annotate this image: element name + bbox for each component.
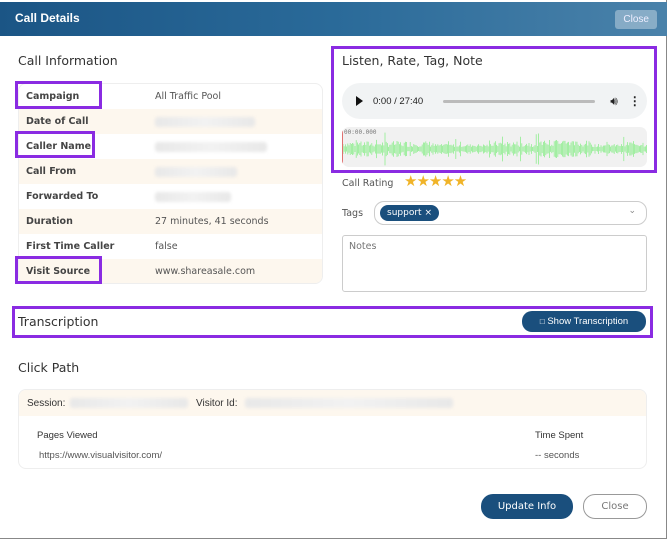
tags-select[interactable]: support × ⌄ bbox=[374, 201, 647, 225]
show-transcription-label: Show Transcription bbox=[547, 316, 629, 327]
visitor-id-redacted bbox=[245, 398, 453, 408]
info-label: First Time Caller bbox=[26, 241, 115, 252]
info-value: All Traffic Pool bbox=[155, 91, 222, 102]
waveform-graphic bbox=[342, 132, 647, 166]
waveform-timestamp: 00:00.000 bbox=[344, 129, 377, 136]
time-spent-value: -- seconds bbox=[535, 450, 580, 461]
info-label: Duration bbox=[26, 216, 73, 227]
modal-title: Call Details bbox=[15, 11, 80, 25]
call-rating-label: Call Rating bbox=[342, 178, 394, 189]
play-icon[interactable] bbox=[356, 96, 363, 106]
highlight-visit-source bbox=[15, 256, 102, 284]
waveform[interactable]: 00:00.000 bbox=[342, 127, 647, 167]
volume-icon[interactable]: 🔊︎ bbox=[610, 94, 618, 109]
redacted-value bbox=[155, 166, 237, 177]
tag-remove-icon[interactable]: × bbox=[424, 208, 432, 218]
visitor-id-label: Visitor Id: bbox=[196, 398, 238, 409]
tags-label: Tags bbox=[342, 208, 364, 219]
session-label: Session: bbox=[27, 398, 66, 409]
update-info-button[interactable]: Update Info bbox=[481, 494, 573, 519]
info-value: 27 minutes, 41 seconds bbox=[155, 216, 269, 227]
page-url[interactable]: https://www.visualvisitor.com/ bbox=[39, 450, 162, 461]
redacted-value bbox=[155, 191, 231, 202]
time-spent-header: Time Spent bbox=[535, 430, 584, 441]
click-path-header: Session: Visitor Id: bbox=[19, 390, 646, 416]
call-information-title: Call Information bbox=[18, 53, 118, 68]
tag-label: support bbox=[387, 208, 422, 218]
chevron-down-icon[interactable]: ⌄ bbox=[628, 206, 636, 216]
listen-title: Listen, Rate, Tag, Note bbox=[342, 53, 483, 68]
info-label: Forwarded To bbox=[26, 191, 99, 202]
info-row-forwarded-to: Forwarded To bbox=[19, 184, 322, 209]
info-value: false bbox=[155, 241, 178, 252]
audio-time: 0:00 / 27:40 bbox=[373, 95, 424, 107]
highlight-caller-name bbox=[15, 131, 95, 158]
highlight-campaign bbox=[15, 81, 102, 109]
notes-textarea[interactable] bbox=[342, 235, 647, 292]
info-label: Date of Call bbox=[26, 116, 89, 127]
modal-header: Call Details Close bbox=[0, 2, 667, 36]
call-info-table: Campaign All Traffic Pool Date of Call C… bbox=[18, 83, 323, 284]
more-options-icon[interactable]: ⋮ bbox=[629, 94, 641, 108]
info-label: Call From bbox=[26, 166, 77, 177]
comment-icon: □ bbox=[539, 317, 545, 326]
info-value: www.shareasale.com bbox=[155, 266, 256, 277]
session-redacted bbox=[70, 398, 188, 408]
click-path-title: Click Path bbox=[18, 360, 80, 375]
transcription-title: Transcription bbox=[18, 314, 99, 329]
redacted-value bbox=[155, 141, 267, 152]
header-close-button[interactable]: Close bbox=[615, 10, 657, 29]
click-path-panel: Session: Visitor Id: Pages Viewed Time S… bbox=[18, 389, 647, 469]
audio-player[interactable]: 0:00 / 27:40 🔊︎ ⋮ bbox=[342, 83, 647, 119]
info-row-duration: Duration 27 minutes, 41 seconds bbox=[19, 209, 322, 234]
close-button[interactable]: Close bbox=[583, 494, 647, 519]
pages-viewed-header: Pages Viewed bbox=[37, 430, 98, 441]
tag-chip-support: support × bbox=[380, 205, 439, 221]
waveform-cursor bbox=[342, 127, 343, 167]
show-transcription-button[interactable]: □ Show Transcription bbox=[522, 311, 646, 332]
call-details-modal: Call Details Close Call Information Camp… bbox=[0, 0, 667, 539]
redacted-value bbox=[155, 116, 255, 127]
audio-progress-bar[interactable] bbox=[443, 99, 596, 103]
info-row-call-from: Call From bbox=[19, 159, 322, 184]
star-rating[interactable]: ★★★★★ bbox=[404, 172, 467, 190]
